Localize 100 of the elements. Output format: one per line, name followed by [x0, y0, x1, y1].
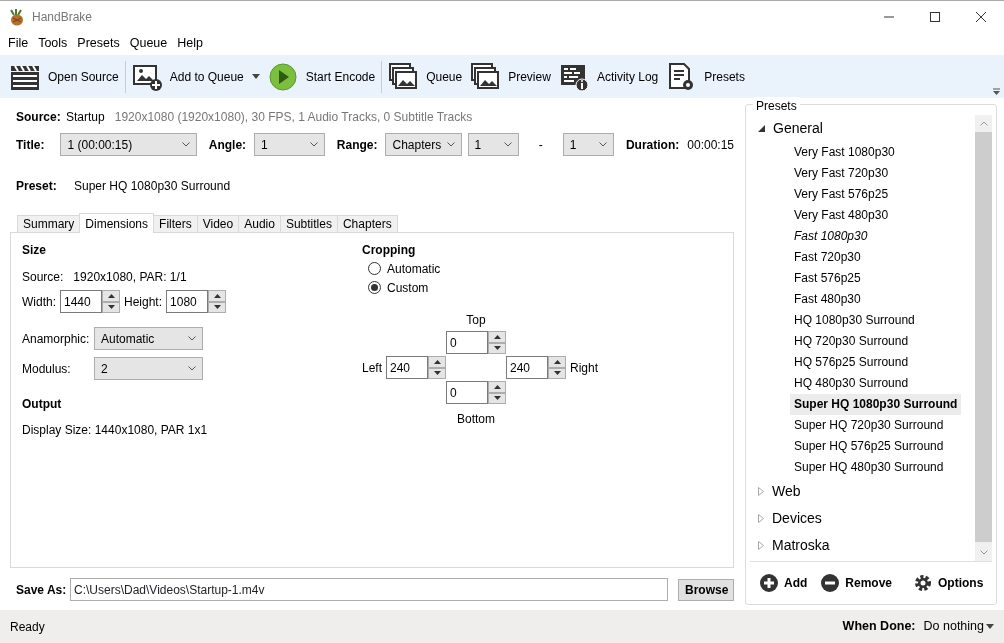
tab[interactable]: Video [196, 215, 240, 232]
tree-group[interactable]: Web [750, 478, 975, 505]
spin-up-button[interactable] [208, 290, 227, 302]
toolbar-button[interactable]: Open Source [6, 57, 123, 96]
radio-option[interactable]: Automatic [368, 259, 600, 278]
arrow-up-icon [107, 293, 115, 298]
section-heading: Output [22, 396, 63, 413]
when-done-dropdown[interactable]: Do nothing [923, 617, 994, 636]
number-field[interactable]: 240 [386, 356, 428, 379]
tree-group[interactable]: Devices [750, 505, 975, 532]
chevron-down-icon [188, 366, 196, 371]
menu-item[interactable]: Presets [72, 34, 125, 53]
preset-item[interactable]: Very Fast 480p30 [790, 205, 893, 226]
preset-item[interactable]: HQ 576p25 Surround [790, 352, 913, 373]
number-field[interactable]: 0 [446, 381, 488, 404]
number-field[interactable]: 1080 [166, 290, 209, 313]
number-field[interactable]: 0 [446, 331, 488, 354]
preset-item[interactable]: Super HQ 720p30 Surround [790, 415, 948, 436]
duration-value: 00:00:15 [687, 136, 734, 154]
field-label: Save As: [16, 581, 68, 599]
chevron-down-icon [598, 142, 607, 147]
minus-circle-icon [821, 574, 840, 592]
preset-item[interactable]: HQ 720p30 Surround [790, 331, 913, 352]
tab[interactable]: Chapters [336, 215, 398, 232]
field-label: Right [570, 359, 598, 377]
arrow-up-icon [433, 359, 441, 364]
menu-item[interactable]: Queue [124, 34, 173, 53]
spin-up-button[interactable] [488, 381, 506, 393]
tab[interactable]: Audio [238, 215, 281, 232]
menu-item[interactable]: Help [172, 34, 208, 53]
preset-action-button[interactable]: Options [910, 574, 988, 592]
tab[interactable]: Filters [153, 215, 198, 232]
chevron-down-icon [503, 142, 512, 147]
preset-item[interactable]: Super HQ 1080p30 Surround [790, 394, 962, 415]
chevron-down-icon [181, 142, 190, 147]
arrow-down-icon [493, 346, 501, 351]
preset-label: Preset: [16, 178, 58, 195]
toolbar-button[interactable]: Start Encode [263, 57, 380, 96]
display-size: Display Size: 1440x1080, PAR 1x1 [22, 422, 209, 439]
preset-item[interactable]: Fast 480p30 [790, 289, 865, 310]
field-label: Source: [22, 269, 64, 286]
field-label: Title: [16, 136, 45, 154]
preset-item[interactable]: Very Fast 576p25 [790, 184, 893, 205]
toolbar-button[interactable]: Activity Log [554, 57, 663, 96]
arrow-down-icon [107, 305, 115, 310]
preset-item[interactable]: Super HQ 576p25 Surround [790, 436, 948, 457]
menu-item[interactable]: File [3, 34, 34, 53]
dropdown[interactable]: 1 (00:00:15) [60, 133, 197, 156]
preset-item[interactable]: Very Fast 1080p30 [790, 142, 899, 163]
tab[interactable]: Subtitles [279, 215, 338, 232]
preset-item[interactable]: Super HQ 480p30 Surround [790, 457, 948, 478]
toolbar-button[interactable]: Add to Queue [127, 57, 264, 96]
arrow-down-icon [213, 305, 221, 310]
tab[interactable]: Dimensions [79, 213, 155, 233]
field-label: Width: [22, 293, 56, 311]
number-field[interactable]: 1440 [60, 290, 102, 313]
dropdown[interactable]: 1 [562, 133, 614, 156]
dropdown[interactable]: 1 [254, 133, 325, 156]
spin-up-button[interactable] [102, 290, 120, 302]
preset-action-button[interactable]: Add [756, 574, 812, 592]
dropdown[interactable]: Chapters [385, 133, 462, 156]
dropdown[interactable]: Automatic [94, 327, 203, 350]
toolbar-button[interactable]: Queue [384, 57, 467, 96]
chevron-down-icon [309, 142, 318, 147]
dropdown[interactable]: 2 [94, 357, 203, 380]
toolbar-button[interactable]: Presets [662, 57, 749, 96]
number-field[interactable]: 240 [506, 356, 548, 379]
dropdown[interactable]: 1 [467, 133, 519, 156]
preset-item[interactable]: Very Fast 720p30 [790, 163, 893, 184]
chevron-down-icon [188, 336, 196, 341]
preset-item[interactable]: Fast 720p30 [790, 247, 865, 268]
field-label: Anamorphic: [22, 330, 91, 348]
radio-option[interactable]: Custom [368, 278, 600, 297]
browse-button[interactable]: Browse [678, 578, 734, 601]
source-label: Source: [16, 109, 62, 126]
status-text: Ready [10, 618, 45, 636]
file-path-field[interactable]: C:\Users\Dad\Videos\Startup-1.m4v [70, 578, 668, 601]
section-heading: Size [22, 242, 47, 259]
maximize-icon [930, 11, 940, 22]
preset-action-button[interactable]: Remove [817, 574, 896, 592]
arrow-down-icon [553, 371, 561, 376]
range-separator: - [538, 136, 543, 154]
spin-up-button[interactable] [548, 356, 566, 368]
spin-up-button[interactable] [488, 331, 506, 343]
menu-item[interactable]: Tools [33, 34, 73, 53]
tree-group[interactable]: General [750, 115, 975, 142]
field-label: Left [362, 359, 382, 377]
tree-group[interactable]: Matroska [750, 532, 975, 559]
preset-item[interactable]: Fast 576p25 [790, 268, 865, 289]
tab[interactable]: Summary [17, 215, 81, 232]
images-icon [470, 61, 501, 92]
field-label: Height: [124, 293, 163, 311]
toolbar-button[interactable]: Preview [466, 57, 555, 96]
app-logo-icon [8, 7, 26, 26]
preset-item[interactable]: HQ 1080p30 Surround [790, 310, 919, 331]
preset-item[interactable]: Fast 1080p30 [790, 226, 872, 247]
images-icon [388, 61, 419, 92]
preset-item[interactable]: HQ 480p30 Surround [790, 373, 913, 394]
field-label: When Done: [842, 618, 916, 636]
spin-up-button[interactable] [428, 356, 446, 368]
